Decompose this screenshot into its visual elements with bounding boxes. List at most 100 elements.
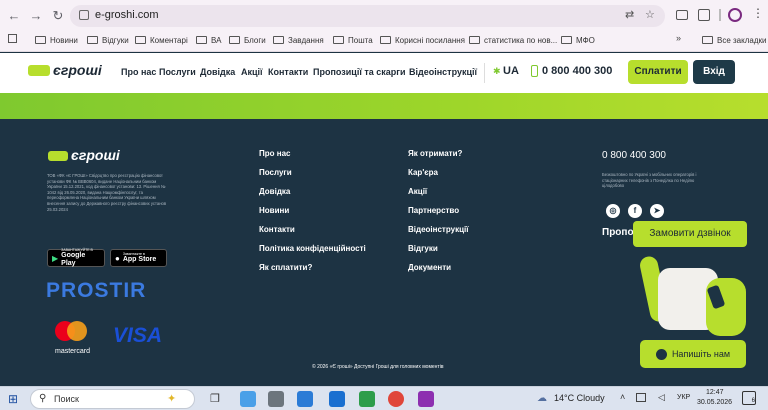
bookmark-item[interactable]: Корисні посилання (380, 33, 465, 47)
volume-icon[interactable]: ◁ (658, 392, 665, 403)
app-store-label: App Store (122, 256, 157, 263)
translate-icon[interactable]: ⇄ (625, 8, 634, 21)
footer-phone[interactable]: 0 800 400 300 (602, 150, 666, 161)
footer-link-how-to-get[interactable]: Як отримати? (408, 149, 462, 158)
bookmark-item[interactable]: Пошта (333, 33, 373, 47)
site-info-icon[interactable] (79, 10, 89, 20)
footer-link-documents[interactable]: Документи (408, 263, 451, 272)
weather-text[interactable]: 14°C Cloudy (554, 393, 605, 403)
network-icon[interactable] (636, 393, 646, 402)
clock-date[interactable]: 30.05.2026 (697, 399, 732, 406)
nav-contacts[interactable]: Контакти (268, 67, 308, 77)
clock-time[interactable]: 12:47 (706, 389, 724, 396)
store-app-icon[interactable] (240, 391, 256, 407)
footer-link-services[interactable]: Послуги (259, 168, 292, 177)
logo-text[interactable]: єгроші (53, 62, 102, 78)
footer-link-partnership[interactable]: Партнерство (408, 206, 459, 215)
windows-start-icon[interactable]: ⊞ (8, 392, 18, 406)
bookmark-item[interactable]: МФО (561, 33, 595, 47)
globe-icon: ✱ (493, 66, 501, 76)
language-selector[interactable]: UA (503, 65, 519, 77)
nav-help[interactable]: Довідка (200, 67, 235, 77)
taskbar-search[interactable]: ⚲ Поиск ✦ (30, 389, 195, 409)
bookmark-label: ВА (211, 35, 222, 45)
all-bookmarks[interactable]: Все закладки (702, 33, 766, 47)
back-icon[interactable]: ← (6, 8, 22, 24)
google-play-badge[interactable]: ▶ ЗАВАНТАЖУЙТЕ В Google Play (47, 248, 105, 267)
calculator-icon[interactable] (268, 391, 284, 407)
star-icon[interactable]: ☆ (645, 8, 655, 21)
prostir-logo: PROSTIR (46, 279, 147, 302)
phone-note: Безкоштовно по Україні з мобільних опера… (602, 172, 697, 189)
menu-icon[interactable]: ⋮ (752, 6, 764, 20)
footer-link-help[interactable]: Довідка (259, 187, 290, 196)
folder-icon (561, 36, 572, 44)
pay-button[interactable]: Сплатити (628, 60, 688, 84)
folder-icon (469, 36, 480, 44)
chrome-icon[interactable] (388, 391, 404, 407)
reload-icon[interactable]: ↻ (50, 8, 66, 24)
logo-icon (28, 65, 50, 76)
viber-icon[interactable] (418, 391, 434, 407)
copilot-icon[interactable] (297, 391, 313, 407)
folder-icon (702, 36, 713, 44)
write-us-button[interactable]: Напишіть нам (640, 340, 746, 368)
profile-icon[interactable] (728, 8, 742, 22)
keyboard-language[interactable]: УКР (677, 394, 690, 401)
bookmark-item[interactable]: ВА (196, 33, 221, 47)
folder-icon (196, 36, 207, 44)
bookmark-item[interactable]: статистика по нов... (469, 33, 557, 47)
folder-icon (135, 36, 146, 44)
bookmark-item[interactable]: Блоги (229, 33, 266, 47)
bookmark-label: Корисні посилання (395, 35, 465, 45)
tray-chevron-icon[interactable]: ˄ (620, 392, 625, 402)
google-play-icon: ▶ (52, 253, 59, 263)
green-banner (0, 93, 768, 119)
chat-icon (655, 348, 667, 360)
bookmark-item[interactable]: Відгуки (87, 33, 129, 47)
app-store-badge[interactable]: ● Завантажте в App Store (110, 249, 167, 267)
footer-link-video-guides[interactable]: Відеоінструкції (408, 225, 468, 234)
instagram-icon[interactable]: ◎ (606, 204, 620, 218)
login-button[interactable]: Вхід (693, 60, 735, 84)
write-us-label: Напишіть нам (671, 349, 731, 359)
nav-complaints[interactable]: Пропозиції та скарги (313, 67, 406, 77)
proposals-heading[interactable]: Пропо (602, 227, 634, 238)
mail-app-icon[interactable] (329, 391, 345, 407)
camera-icon[interactable] (676, 10, 688, 20)
search-icon: ⚲ (39, 393, 47, 404)
notifications-icon[interactable]: 6 (742, 391, 756, 405)
bookmark-label: Новини (50, 35, 78, 45)
nav-about[interactable]: Про нас (121, 67, 156, 77)
footer-link-about[interactable]: Про нас (259, 149, 290, 158)
nav-promotions[interactable]: Акції (241, 67, 263, 77)
footer-link-reviews[interactable]: Відгуки (408, 244, 438, 253)
footer-link-career[interactable]: Кар'єра (408, 168, 438, 177)
files-app-icon[interactable] (359, 391, 375, 407)
footer-link-contacts[interactable]: Контакти (259, 225, 295, 234)
bookmark-item[interactable]: Завдання (273, 33, 324, 47)
nav-video-guides[interactable]: Відеоінструкції (409, 67, 477, 77)
footer-link-privacy[interactable]: Політика конфіденційності (259, 244, 366, 253)
folder-icon (273, 36, 284, 44)
footer-link-promotions[interactable]: Акції (408, 187, 427, 196)
apps-icon[interactable] (8, 34, 17, 43)
bookmark-item[interactable]: Коментарі (135, 33, 188, 47)
callback-button[interactable]: Замовити дзвінок (633, 221, 747, 247)
task-view-icon[interactable]: ❐ (210, 392, 220, 405)
footer-logo-text[interactable]: єгроші (71, 147, 120, 163)
address-bar[interactable]: e-groshi.com ⇄ ☆ (70, 5, 665, 27)
extensions-icon[interactable] (698, 9, 710, 21)
site-header: єгроші Про нас Послуги Довідка Акції Кон… (0, 53, 768, 93)
header-phone[interactable]: 0 800 400 300 (542, 65, 612, 77)
footer-link-how-to-pay[interactable]: Як сплатити? (259, 263, 312, 272)
facebook-icon[interactable]: f (628, 204, 642, 218)
bookmark-label: МФО (576, 35, 595, 45)
folder-icon (229, 36, 240, 44)
forward-icon[interactable]: → (28, 8, 44, 24)
telegram-icon[interactable]: ➤ (650, 204, 664, 218)
nav-services[interactable]: Послуги (159, 67, 196, 77)
bookmark-item[interactable]: Новини (35, 33, 78, 47)
more-bookmarks-icon[interactable]: » (676, 33, 681, 43)
footer-link-news[interactable]: Новини (259, 206, 289, 215)
